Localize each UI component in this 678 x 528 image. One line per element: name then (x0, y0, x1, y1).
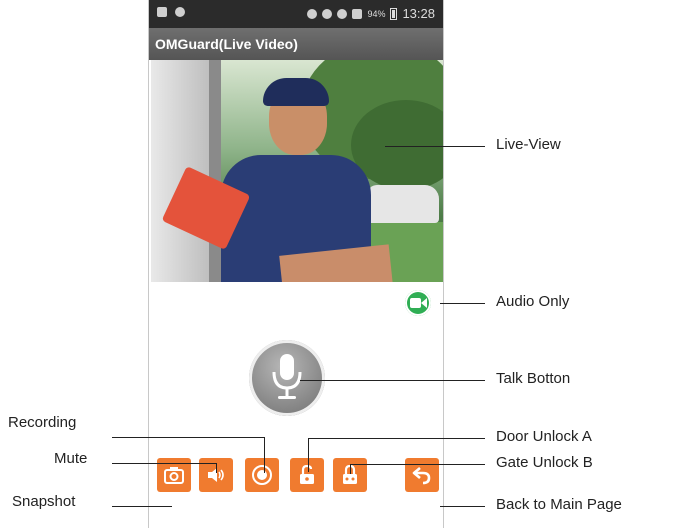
unlock-icon (300, 465, 314, 484)
gate-unlock-label: Gate Unlock B (496, 454, 593, 471)
live-view-leader (385, 146, 485, 147)
battery-icon (390, 7, 398, 20)
notification-icon (157, 7, 167, 17)
recording-leader-v (264, 437, 265, 473)
recording-label: Recording (8, 414, 77, 431)
status-bar: 94% 13:28 (149, 0, 443, 28)
back-label: Back to Main Page (496, 496, 622, 513)
mute-leader-v (216, 463, 217, 473)
record-icon (252, 465, 272, 485)
wifi-icon (337, 8, 348, 19)
gate-unlock-leader-v (350, 464, 351, 474)
talk-button[interactable] (249, 340, 325, 416)
camera-icon (164, 467, 184, 484)
clock: 13:28 (402, 6, 435, 21)
recording-leader (112, 437, 264, 438)
back-leader (440, 506, 485, 507)
back-arrow-icon (412, 467, 431, 485)
android-icon (175, 7, 185, 17)
car-image (367, 185, 439, 223)
live-video-view (151, 60, 443, 282)
live-view-label: Live-View (496, 136, 561, 153)
app-title: OMGuard(Live Video) (149, 28, 443, 60)
signal-icon (352, 8, 363, 19)
talk-label: Talk Botton (496, 370, 571, 387)
recording-button[interactable] (245, 458, 279, 492)
phone-screen: 94% 13:28 OMGuard(Live Video) (148, 0, 444, 528)
alarm-icon (322, 8, 333, 19)
gate-unlock-leader (350, 464, 485, 465)
audio-only-label: Audio Only (496, 293, 570, 310)
door-unlock-leader-v (308, 438, 309, 472)
mute-label: Mute (54, 450, 88, 467)
snapshot-label: Snapshot (12, 493, 76, 510)
door-unlock-label: Door Unlock A (496, 428, 592, 445)
snapshot-leader (112, 506, 172, 507)
microphone-icon (272, 354, 302, 399)
volume-icon (307, 8, 318, 19)
audio-only-button[interactable] (405, 290, 431, 316)
door-unlock-a-button[interactable] (290, 458, 324, 492)
door-unlock-leader (308, 438, 485, 439)
mute-leader (112, 463, 216, 464)
talk-leader (300, 380, 485, 381)
video-camera-icon (410, 298, 427, 308)
battery-percent: 94% (367, 8, 386, 19)
audio-only-leader (440, 303, 485, 304)
